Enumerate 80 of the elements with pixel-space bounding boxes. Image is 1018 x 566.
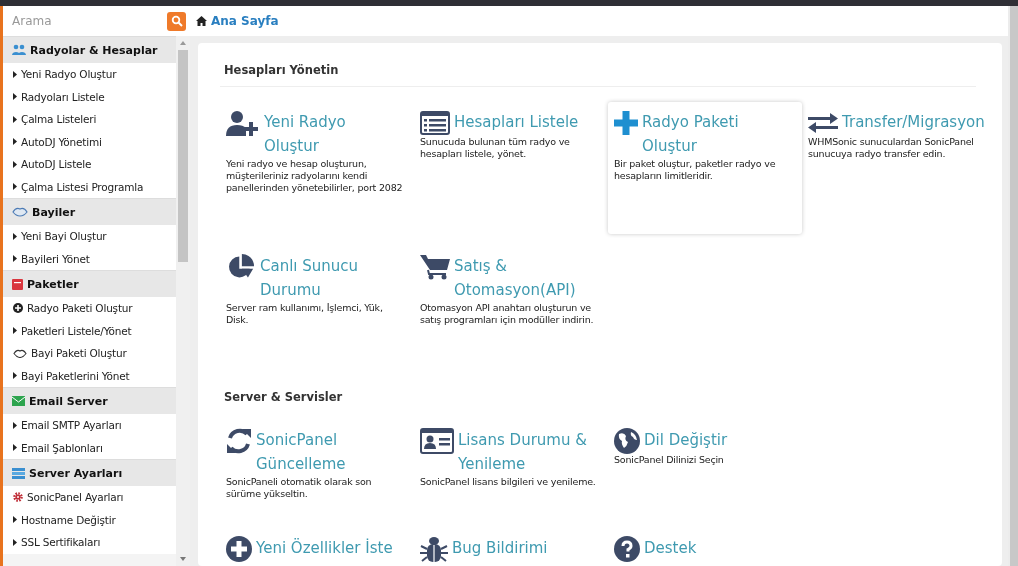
tile-title: Yeni Radyo Oluştur	[264, 112, 347, 157]
caret-icon	[13, 255, 17, 263]
tile-description: WHMSonic sunuculardan SonicPanel sunucuya radyo transfer edin.	[808, 136, 975, 160]
caret-icon	[13, 115, 17, 123]
menu-group-title: Paketler	[27, 277, 79, 291]
plus-icon	[614, 110, 638, 136]
shortcut-tile[interactable]: Canlı Sunucu Durumu Server ram kullanımı, İşlemci, Yük, Disk.	[220, 246, 414, 378]
bug-icon	[420, 536, 448, 562]
tile-title: Yeni Özellikler İste	[256, 537, 393, 559]
shortcut-tile[interactable]: Transfer/Migrasyon WHMSonic sunuculardan SonicPanel sunucuya radyo transfer edin.	[802, 102, 996, 234]
caret-icon	[13, 138, 17, 146]
tile-title: Bug Bildirimi	[452, 538, 548, 559]
envelope-icon	[12, 396, 25, 406]
scrollbar[interactable]	[1008, 6, 1018, 566]
users-icon	[12, 44, 26, 56]
shortcut-tile[interactable]: Lisans Durumu & Yenileme SonicPanel lisans bilgileri ve yenileme.	[414, 420, 608, 520]
caret-icon	[13, 183, 17, 191]
tile-description: Otomasyon API anahtarı oluşturun ve satış programları için modüller indirin.	[420, 302, 595, 326]
search-icon	[170, 15, 183, 27]
globe-icon	[614, 428, 640, 454]
user-plus-icon	[226, 110, 260, 136]
menu-group-title: Bayiler	[32, 205, 76, 219]
id-card-icon	[420, 428, 454, 454]
caret-icon	[13, 160, 17, 168]
caret-icon	[13, 93, 17, 101]
shortcut-tile[interactable]: Hesapları Listele Sunucuda bulunan tüm radyo ve hesapları listele, yönet.	[414, 102, 608, 234]
caret-icon	[13, 372, 17, 380]
list-icon	[420, 110, 450, 136]
tile-title: Canlı Sunucu Durumu	[260, 256, 360, 301]
tile-title: Hesapları Listele	[454, 112, 579, 133]
tile-title: Lisans Durumu & Yenileme	[458, 430, 588, 475]
caret-icon	[13, 538, 17, 546]
tile-title: Destek	[644, 538, 697, 559]
menu-group-header[interactable]: Radyolar & Hesaplar	[3, 36, 176, 63]
section-title: Hesapları Yönetin	[220, 63, 976, 87]
tile-description: Server ram kullanımı, İşlemci, Yük, Disk.	[226, 302, 384, 326]
caret-icon	[13, 327, 17, 335]
shortcut-tile[interactable]: Dil Değiştir SonicPanel Dilinizi Seçin	[608, 420, 802, 520]
package-icon	[12, 278, 23, 290]
question-icon	[614, 536, 640, 562]
menu-group-header[interactable]: Email Server	[3, 387, 176, 414]
gear-icon	[13, 492, 23, 503]
tile-description: Sunucuda bulunan tüm radyo ve hesapları listele, yönet.	[420, 136, 571, 160]
menu-group-header[interactable]: Server Ayarları	[3, 459, 176, 486]
caret-icon	[13, 516, 17, 524]
tile-description: Yeni radyo ve hesap oluşturun, müşterileriniz radyolarını kendi panellerinden yönetebilirler, port 2082	[226, 158, 404, 194]
scrollbar[interactable]	[176, 36, 190, 566]
menu-group-header[interactable]: Paketler	[3, 270, 176, 297]
tile-description: SonicPanel Dilinizi Seçin	[614, 454, 725, 466]
tile-description: SonicPaneli otomatik olarak son sürüme yükseltin.	[226, 476, 373, 500]
refresh-icon	[226, 428, 252, 454]
menu-group-title: Email Server	[29, 394, 108, 408]
breadcrumb-link[interactable]: Ana Sayfa	[211, 14, 279, 28]
shortcut-tile[interactable]: SonicPanel Güncelleme SonicPaneli otomatik olarak son sürüme yükseltin.	[220, 420, 414, 520]
tile-title: Transfer/Migrasyon	[842, 112, 985, 133]
tile-title: Radyo Paketi Oluştur	[642, 112, 740, 157]
tile-description: SonicPanel lisans bilgileri ve yenileme.	[420, 476, 597, 488]
pie-chart-icon	[226, 254, 256, 280]
server-icon	[12, 467, 25, 479]
search-button[interactable]	[167, 11, 186, 31]
tile-title: Dil Değiştir	[644, 430, 728, 451]
menu-group-title: Server Ayarları	[29, 466, 123, 480]
transfer-arrows-icon	[808, 110, 838, 136]
tile-title: SonicPanel Güncelleme	[256, 430, 347, 475]
tile-description: Bir paket oluştur, paketler radyo ve hesapların limitleridir.	[614, 158, 777, 182]
menu-group-title: Radyolar & Hesaplar	[30, 43, 158, 57]
plus-circle-icon	[226, 536, 252, 562]
caret-icon	[13, 421, 17, 429]
cart-icon	[420, 254, 450, 280]
caret-icon	[13, 70, 17, 78]
shortcut-tile[interactable]: Satış & Otomasyon(API) Otomasyon API anahtarı oluşturun ve satış programları için modüller indirin.	[414, 246, 608, 378]
home-icon	[196, 16, 207, 26]
plus-circle-icon	[13, 303, 23, 314]
shortcut-tile[interactable]: Yeni Radyo Oluştur Yeni radyo ve hesap oluşturun, müşterileriniz radyolarını kendi panellerinden yönetebilirler, port 2082	[220, 102, 414, 234]
shortcut-tile[interactable]: Radyo Paketi Oluştur Bir paket oluştur, paketler radyo ve hesapların limitleridir.	[608, 102, 802, 234]
tile-title: Satış & Otomasyon(API)	[454, 256, 577, 301]
caret-icon	[13, 232, 17, 240]
menu-group-header[interactable]: Bayiler	[3, 198, 176, 225]
caret-icon	[13, 444, 17, 452]
section-title: Server & Servisler	[223, 390, 344, 404]
